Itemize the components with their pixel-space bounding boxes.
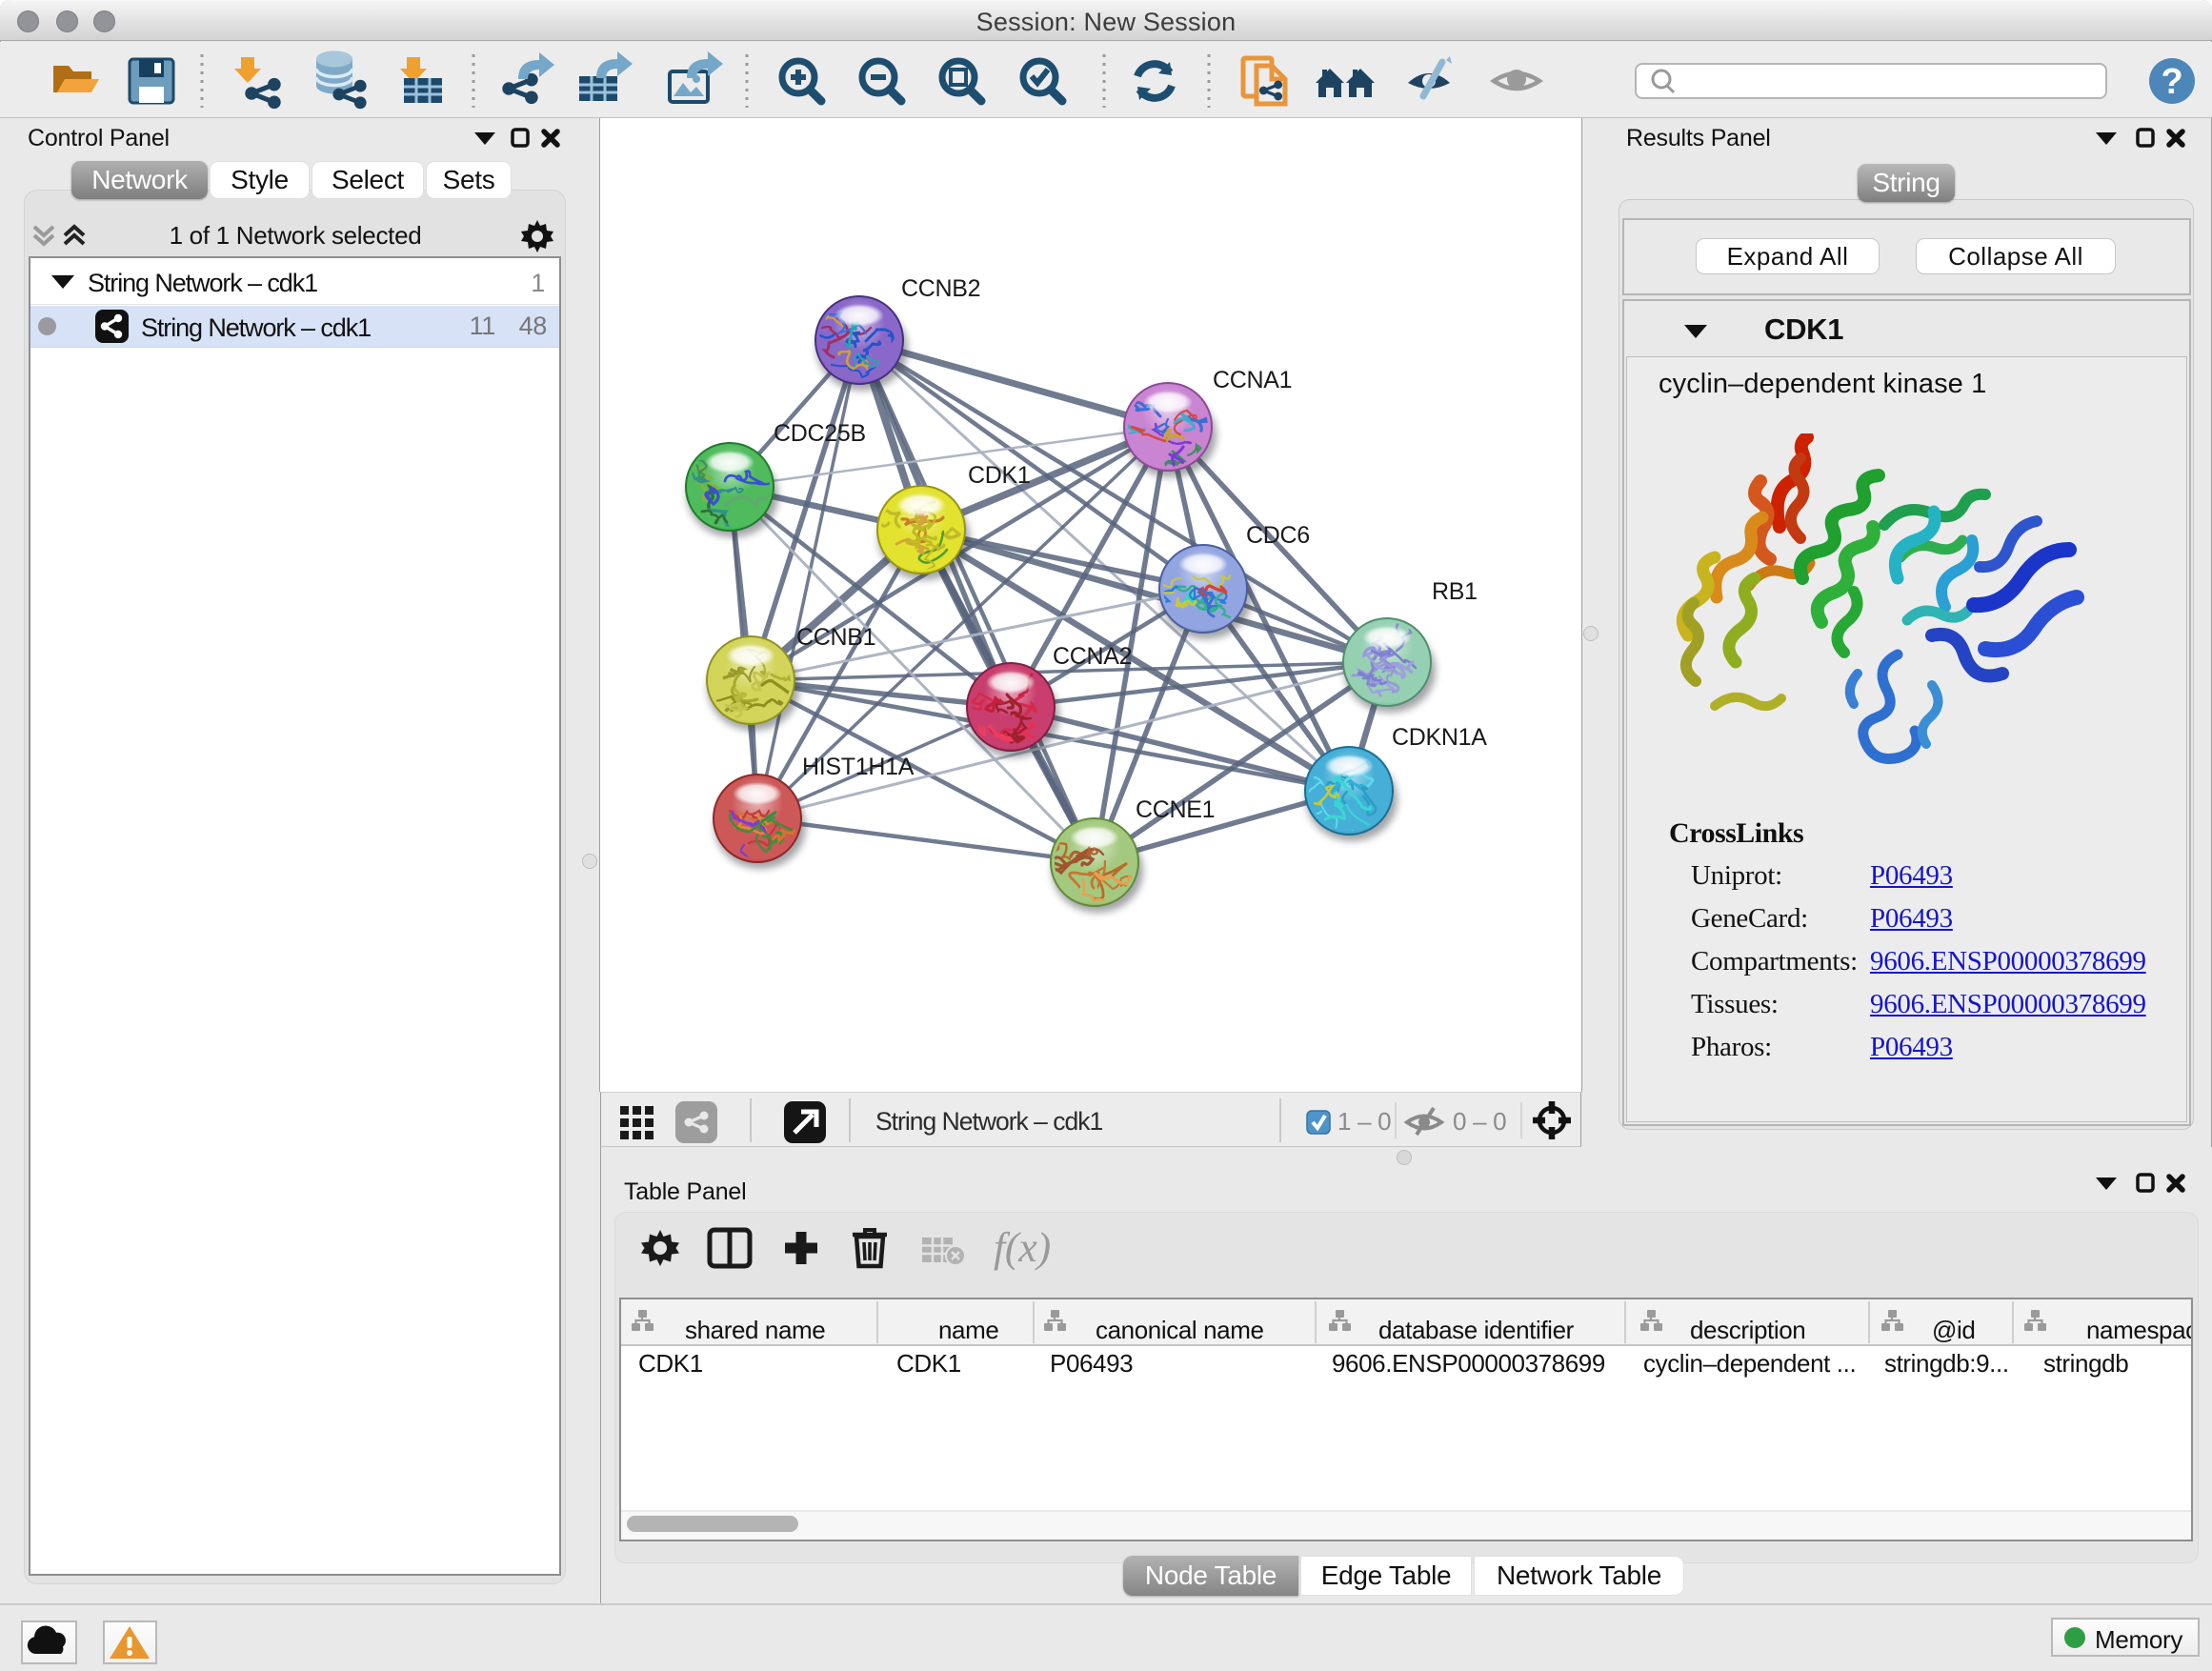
- svg-text:canonical name: canonical name: [1096, 1316, 1264, 1344]
- svg-text:f(x): f(x): [994, 1224, 1051, 1271]
- svg-text:String Network – cdk1: String Network – cdk1: [875, 1107, 1102, 1136]
- svg-text:RB1: RB1: [1432, 578, 1478, 605]
- svg-text:description: description: [1690, 1316, 1805, 1344]
- svg-text:CDK1: CDK1: [638, 1349, 703, 1378]
- svg-text:CDK1: CDK1: [968, 462, 1031, 489]
- svg-text:CCNB1: CCNB1: [796, 624, 875, 651]
- svg-text:CDC6: CDC6: [1246, 522, 1310, 549]
- svg-text:HIST1H1A: HIST1H1A: [802, 754, 915, 780]
- svg-text:database identifier: database identifier: [1378, 1316, 1575, 1344]
- svg-text:cyclin–dependent ...: cyclin–dependent ...: [1643, 1349, 1856, 1378]
- svg-text:CCNA2: CCNA2: [1053, 643, 1132, 670]
- svg-text:stringdb: stringdb: [2043, 1349, 2128, 1378]
- svg-text:stringdb:9...: stringdb:9...: [1884, 1349, 2009, 1378]
- svg-text:CDKN1A: CDKN1A: [1392, 724, 1487, 751]
- svg-text:CCNB2: CCNB2: [901, 275, 980, 302]
- svg-text:?: ?: [2162, 62, 2183, 102]
- svg-text:CCNA1: CCNA1: [1213, 367, 1292, 393]
- svg-text:9606.ENSP00000378699: 9606.ENSP00000378699: [1332, 1349, 1605, 1378]
- svg-text:CCNE1: CCNE1: [1136, 796, 1215, 823]
- svg-text:@id: @id: [1932, 1316, 1975, 1344]
- svg-text:P06493: P06493: [1050, 1349, 1133, 1378]
- svg-text:CDK1: CDK1: [896, 1349, 961, 1378]
- svg-text:name: name: [938, 1316, 998, 1344]
- svg-text:shared name: shared name: [685, 1316, 825, 1344]
- svg-text:namespac: namespac: [2086, 1316, 2191, 1344]
- svg-text:CDC25B: CDC25B: [774, 420, 866, 447]
- svg-text:1 – 0: 1 – 0: [1337, 1107, 1391, 1136]
- svg-text:0 – 0: 0 – 0: [1453, 1107, 1506, 1136]
